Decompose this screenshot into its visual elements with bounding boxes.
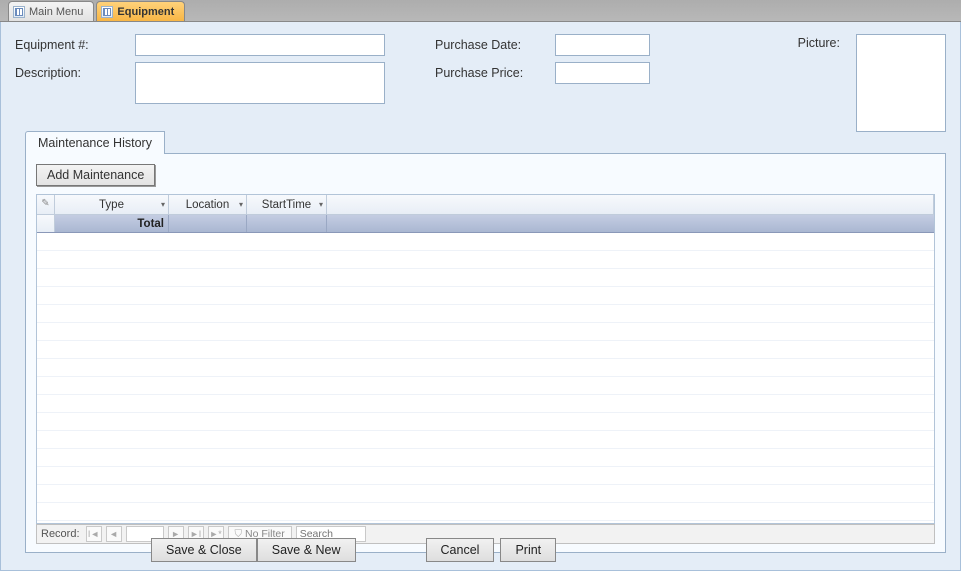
subtab-maintenance-history[interactable]: Maintenance History <box>25 131 165 154</box>
datasheet-grid[interactable] <box>37 233 934 523</box>
window-tab-strip: Main Menu Equipment <box>0 0 961 22</box>
column-header-type[interactable]: Type ▾ <box>55 195 169 214</box>
tab-main-menu[interactable]: Main Menu <box>8 1 94 21</box>
nav-first-button[interactable]: І◄ <box>86 526 102 542</box>
maintenance-datasheet: Type ▾ Location ▾ StartTime ▾ Tota <box>36 194 935 524</box>
row-selector[interactable] <box>37 215 55 232</box>
form-button-bar: Save & Close Save & New Cancel Print <box>151 538 556 562</box>
picture-label: Picture: <box>798 36 840 50</box>
description-input[interactable] <box>135 62 385 104</box>
equipment-number-input[interactable] <box>135 34 385 56</box>
save-new-button[interactable]: Save & New <box>257 538 356 562</box>
column-header-starttime[interactable]: StartTime ▾ <box>247 195 327 214</box>
form-icon <box>13 6 25 18</box>
subtab-label: Maintenance History <box>38 136 152 150</box>
add-maintenance-button[interactable]: Add Maintenance <box>36 164 155 186</box>
description-label: Description: <box>15 62 135 80</box>
column-header-location[interactable]: Location ▾ <box>169 195 247 214</box>
equipment-number-label: Equipment #: <box>15 34 135 52</box>
dropdown-icon[interactable]: ▾ <box>161 200 165 209</box>
save-close-button[interactable]: Save & Close <box>151 538 257 562</box>
dropdown-icon[interactable]: ▾ <box>319 200 323 209</box>
record-label: Record: <box>41 528 80 540</box>
print-button[interactable]: Print <box>500 538 556 562</box>
tab-label: Equipment <box>117 6 174 18</box>
total-cell: Total <box>55 215 169 232</box>
purchase-date-label: Purchase Date: <box>435 34 555 52</box>
picture-box[interactable] <box>856 34 946 132</box>
dropdown-icon[interactable]: ▾ <box>239 200 243 209</box>
purchase-date-input[interactable] <box>555 34 650 56</box>
tab-equipment[interactable]: Equipment <box>96 1 185 21</box>
purchase-price-input[interactable] <box>555 62 650 84</box>
nav-prev-button[interactable]: ◄ <box>106 526 122 542</box>
equipment-form: Equipment #: Purchase Date: Description:… <box>0 22 961 571</box>
row-selector-new[interactable] <box>37 195 55 214</box>
column-header-empty <box>327 195 934 214</box>
datasheet-header: Type ▾ Location ▾ StartTime ▾ <box>37 195 934 215</box>
tab-label: Main Menu <box>29 6 83 18</box>
total-row: Total <box>37 215 934 233</box>
form-icon <box>101 6 113 18</box>
cancel-button[interactable]: Cancel <box>426 538 495 562</box>
maintenance-subform: Add Maintenance Type ▾ Location ▾ StartT… <box>25 153 946 553</box>
purchase-price-label: Purchase Price: <box>435 62 555 80</box>
